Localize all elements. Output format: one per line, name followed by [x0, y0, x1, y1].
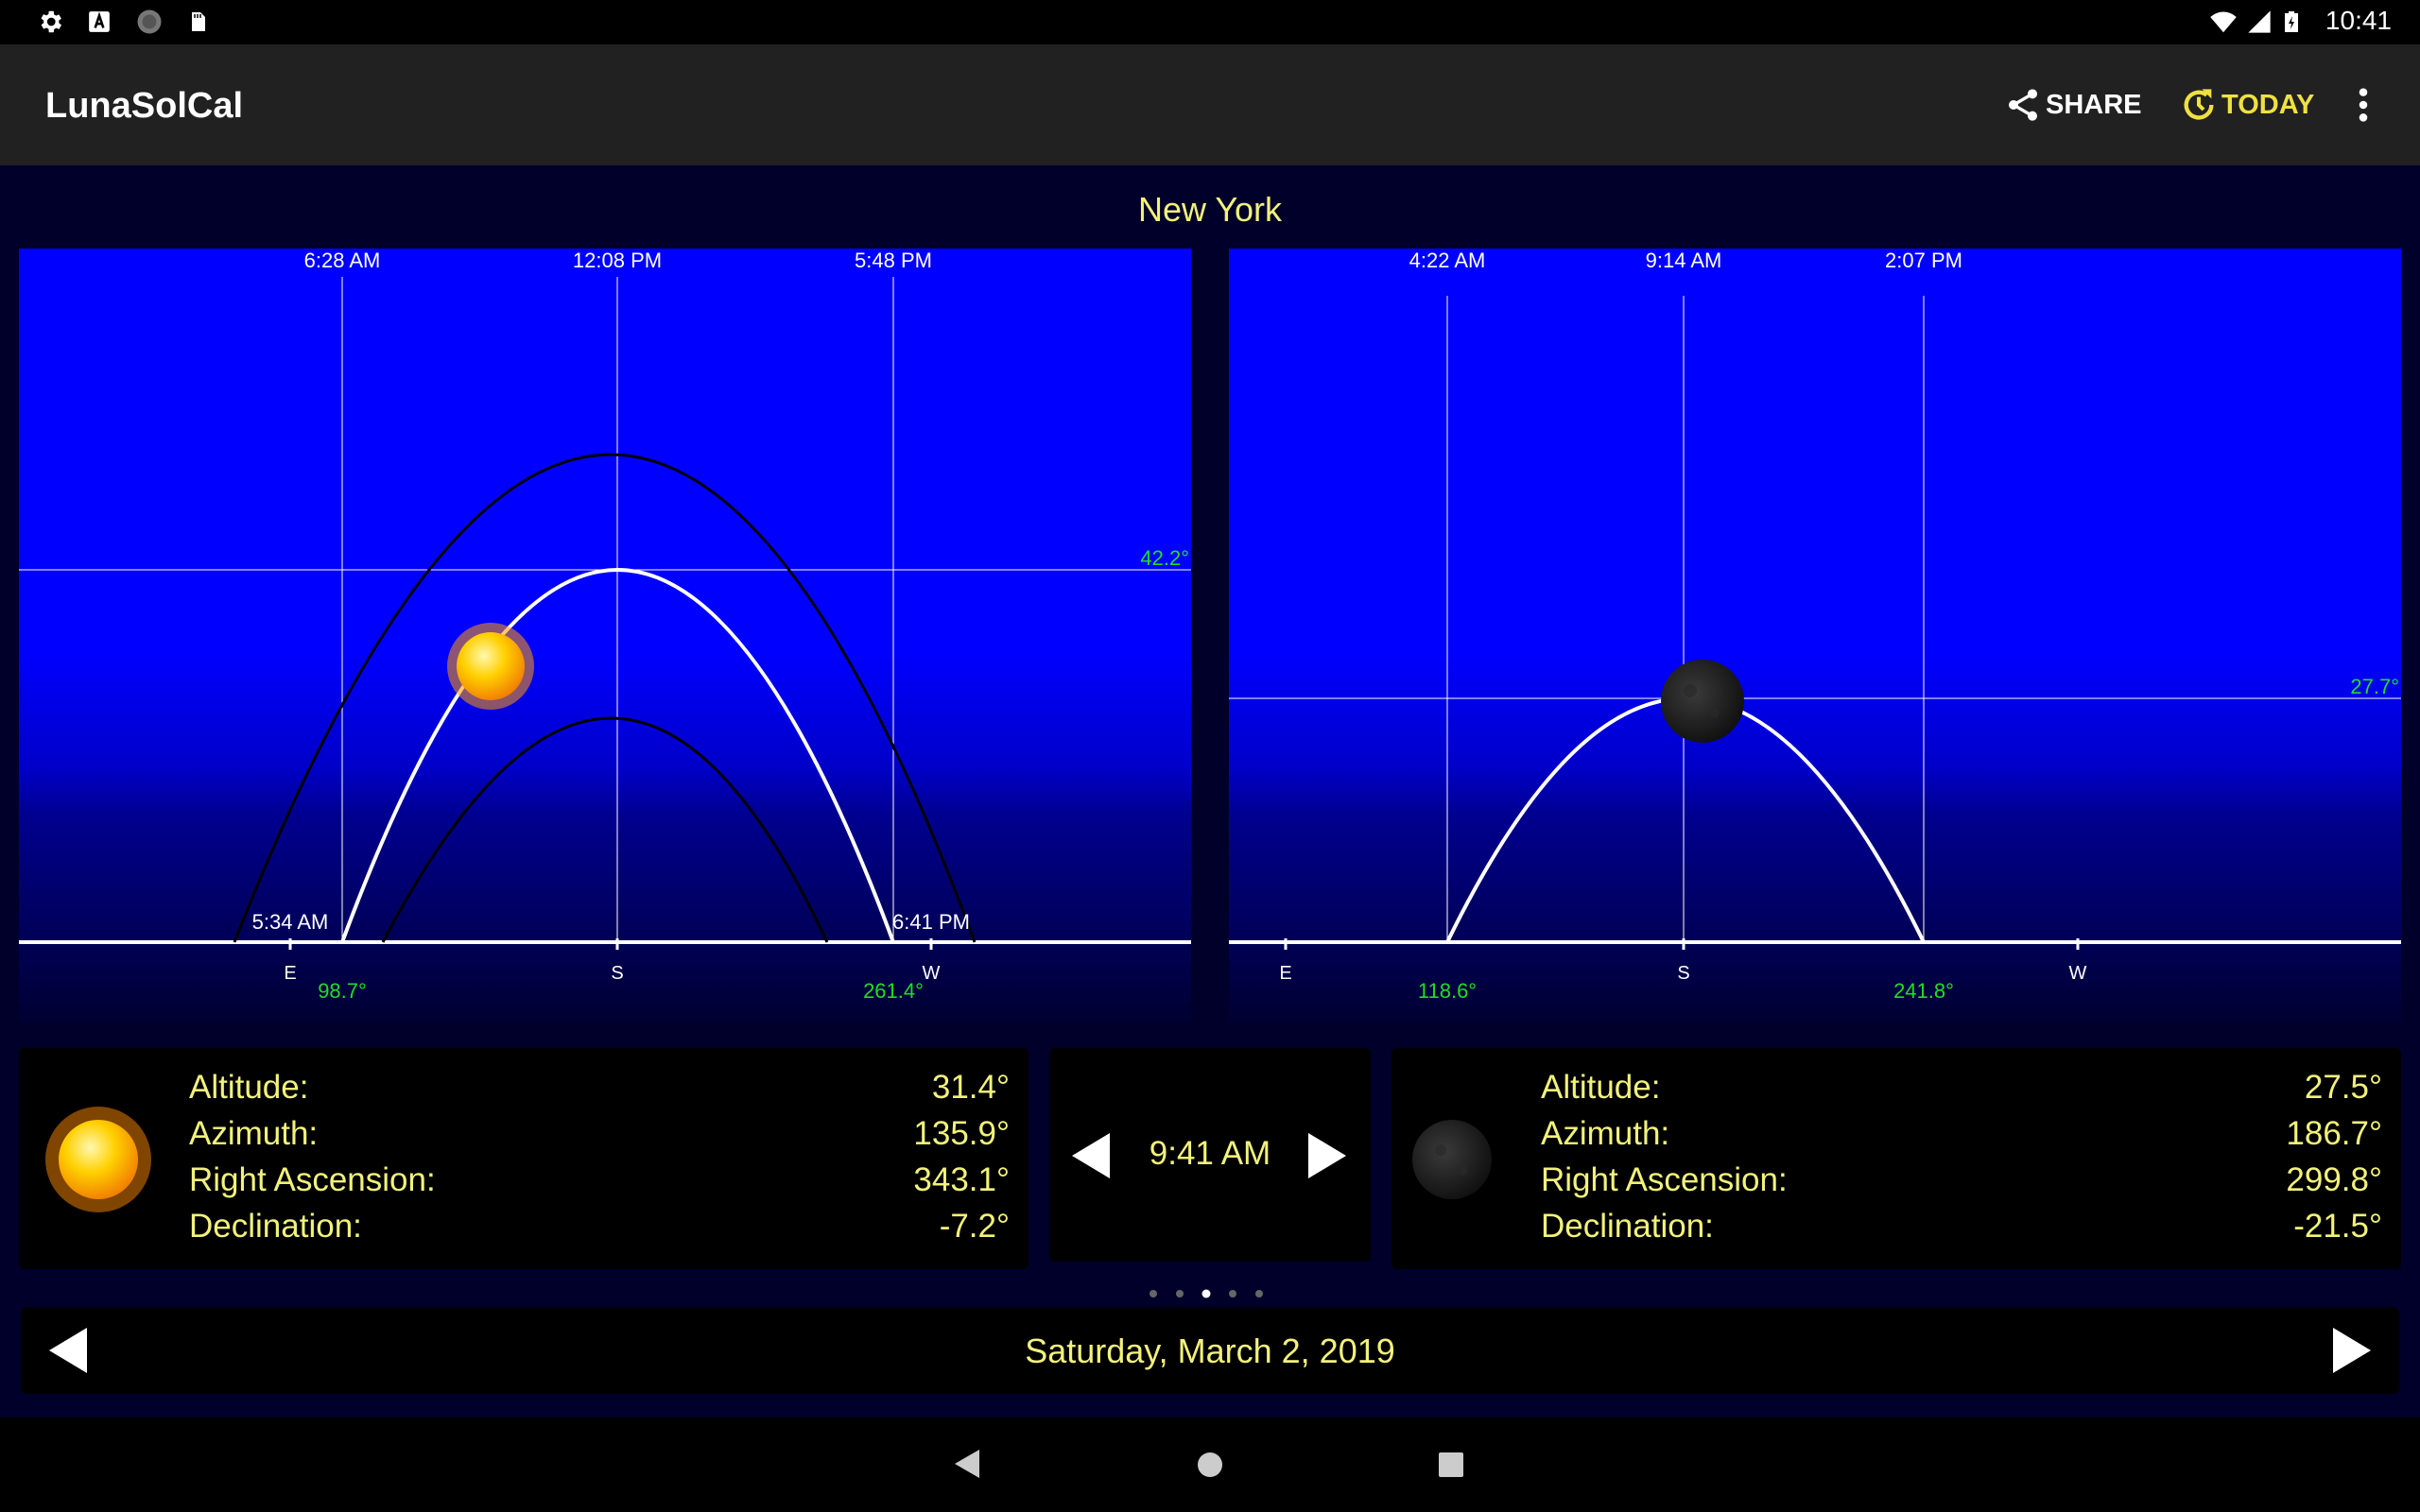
- moon-declination-value: -21.5°: [2293, 1208, 2382, 1245]
- system-navigation-bar: [0, 1418, 2420, 1512]
- app-toolbar: LunaSolCal SHARE TODAY: [0, 44, 2420, 165]
- moon-max-altitude-label: 27.7°: [2350, 675, 2399, 698]
- main-content: New York 6:28 AM 12:08 PM 5:48 PM 5:34 A…: [0, 165, 2420, 1418]
- page-dot: [1176, 1290, 1184, 1297]
- moon-time-label: 4:22 AM: [1409, 249, 1486, 272]
- compass-east-label: E: [1279, 963, 1291, 984]
- moon-position-icon: [1661, 660, 1744, 743]
- sun-position-icon: [447, 623, 534, 710]
- sun-set-time-label: 6:41 PM: [892, 910, 970, 934]
- moon-time-label: 2:07 PM: [1885, 249, 1962, 272]
- moon-set-azimuth-label: 241.8°: [1893, 979, 1954, 1003]
- sun-path-chart[interactable]: 6:28 AM 12:08 PM 5:48 PM 5:34 AM 6:41 PM…: [19, 249, 1191, 1023]
- signal-icon: [2248, 10, 2271, 33]
- declination-label: Declination:: [189, 1208, 362, 1245]
- moon-rise-azimuth-label: 118.6°: [1418, 979, 1477, 1003]
- sky-background: [1229, 249, 2401, 1023]
- status-bar: 10:41: [0, 0, 2420, 44]
- altitude-label: Altitude:: [189, 1069, 309, 1106]
- altitude-label: Altitude:: [1541, 1069, 1661, 1106]
- declination-label: Declination:: [1541, 1208, 1714, 1245]
- share-icon: [2009, 89, 2037, 121]
- next-date-button[interactable]: [2333, 1328, 2371, 1373]
- moon-altitude-value: 27.5°: [2304, 1069, 2382, 1106]
- compass-south-label: S: [1677, 963, 1689, 984]
- sun-info-panel: Altitude: 31.4° Azimuth: 135.9° Right As…: [19, 1048, 1028, 1269]
- sun-time-label: 5:48 PM: [855, 249, 932, 272]
- compass-west-label: W: [2069, 963, 2087, 984]
- azimuth-label: Azimuth:: [189, 1115, 319, 1152]
- share-button[interactable]: SHARE: [2004, 82, 2142, 128]
- page-dot: [1255, 1290, 1263, 1297]
- sun-declination-value: -7.2°: [939, 1208, 1010, 1245]
- page-dot-active: [1201, 1289, 1211, 1298]
- sun-rise-azimuth-label: 98.7°: [318, 979, 367, 1003]
- battery-icon: [2285, 11, 2298, 32]
- location-title[interactable]: New York: [0, 190, 2420, 230]
- time-control: 9:41 AM: [1049, 1048, 1371, 1262]
- sun-time-label: 6:28 AM: [304, 249, 381, 272]
- date-control: Saturday, March 2, 2019: [21, 1307, 2399, 1394]
- sun-set-azimuth-label: 261.4°: [863, 979, 924, 1003]
- sun-max-altitude-label: 42.2°: [1140, 546, 1189, 570]
- sun-altitude-value: 31.4°: [931, 1069, 1010, 1106]
- compass-west-label: W: [923, 963, 941, 984]
- status-clock: 10:41: [2325, 6, 2392, 35]
- moon-path-chart[interactable]: 4:22 AM 9:14 AM 2:07 PM 27.7° E S W 118.…: [1229, 249, 2401, 1023]
- azimuth-label: Azimuth:: [1541, 1115, 1670, 1152]
- sun-rise-time-label: 5:34 AM: [252, 910, 329, 934]
- moon-info-panel: Altitude: 27.5° Azimuth: 186.7° Right As…: [1392, 1048, 2401, 1269]
- moon-azimuth-value: 186.7°: [2286, 1115, 2382, 1152]
- today-refresh-icon: [2184, 89, 2214, 120]
- sd-card-icon: [192, 12, 205, 31]
- back-icon[interactable]: [955, 1450, 979, 1478]
- page-indicator: [1150, 1289, 1263, 1298]
- wifi-icon: [2210, 11, 2237, 33]
- today-label: TODAY: [2221, 89, 2315, 120]
- right-ascension-label: Right Ascension:: [189, 1161, 436, 1198]
- sun-azimuth-value: 135.9°: [913, 1115, 1010, 1152]
- sky-background: [19, 249, 1191, 1023]
- sun-time-label: 12:08 PM: [573, 249, 662, 272]
- moon-time-label: 9:14 AM: [1646, 249, 1722, 272]
- next-time-button[interactable]: [1308, 1133, 1346, 1178]
- home-icon[interactable]: [1197, 1452, 1223, 1478]
- sun-icon: [45, 1107, 151, 1212]
- today-button[interactable]: TODAY: [2180, 82, 2314, 128]
- circle-notification-icon: [137, 9, 162, 34]
- current-date-value[interactable]: Saturday, March 2, 2019: [21, 1332, 2399, 1371]
- compass-east-label: E: [284, 963, 296, 984]
- app-notification-icon: [89, 11, 110, 32]
- overflow-menu-icon[interactable]: [2349, 86, 2377, 124]
- recents-icon[interactable]: [1439, 1452, 1463, 1477]
- app-title: LunaSolCal: [45, 86, 244, 126]
- compass-south-label: S: [611, 963, 623, 984]
- share-label: SHARE: [2046, 89, 2142, 120]
- page-dot: [1150, 1290, 1157, 1297]
- moon-right-ascension-value: 299.8°: [2286, 1161, 2382, 1198]
- right-ascension-label: Right Ascension:: [1541, 1161, 1788, 1198]
- settings-icon: [41, 10, 61, 33]
- sun-right-ascension-value: 343.1°: [913, 1161, 1010, 1198]
- page-dot: [1229, 1290, 1236, 1297]
- moon-icon: [1412, 1120, 1492, 1199]
